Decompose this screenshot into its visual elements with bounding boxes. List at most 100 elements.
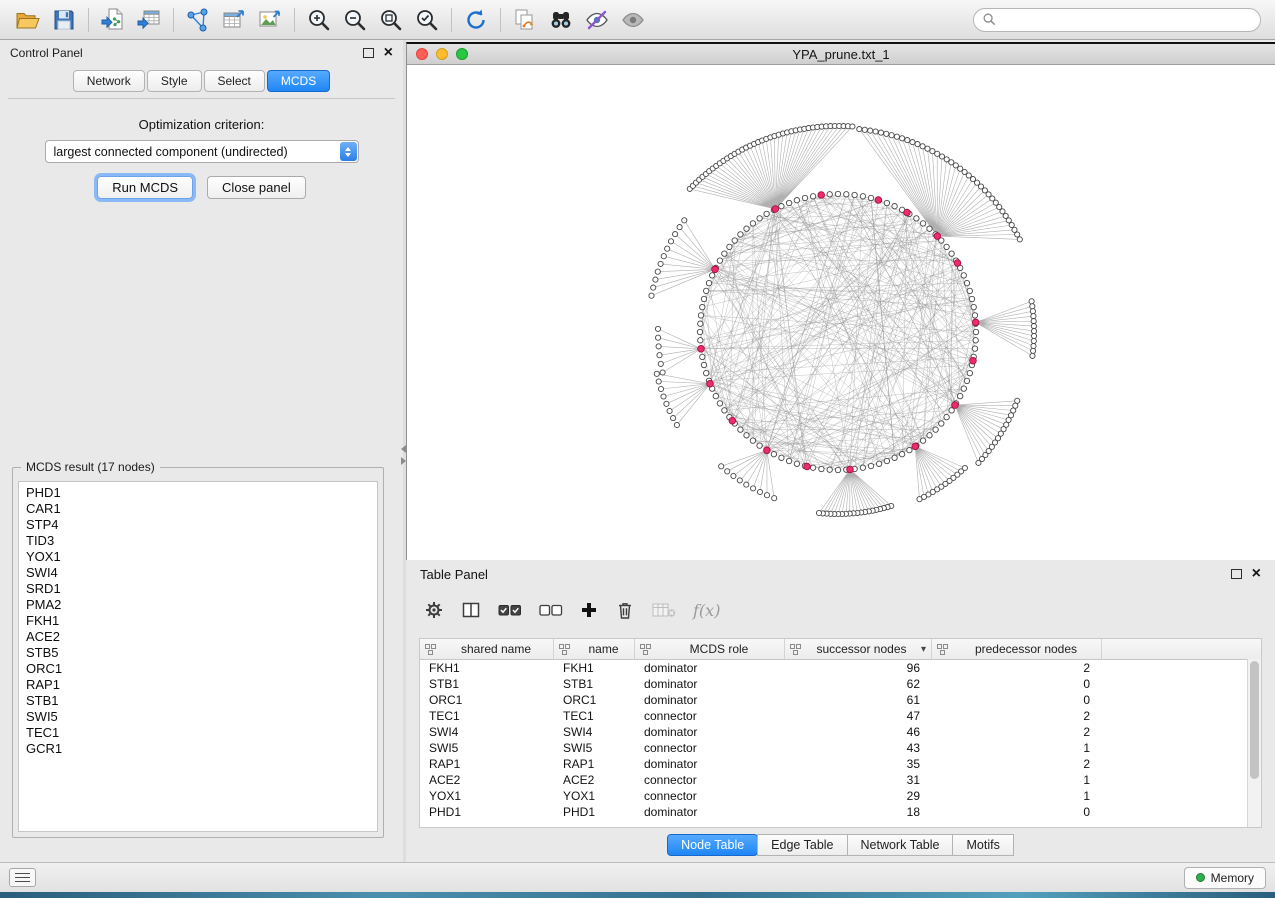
table-row[interactable]: SWI4SWI4dominator462 bbox=[420, 724, 1261, 740]
mcds-result-item[interactable]: PHD1 bbox=[26, 485, 377, 501]
status-bar: Memory bbox=[0, 862, 1275, 892]
table-scrollbar-thumb[interactable] bbox=[1250, 661, 1259, 779]
deselect-all-icon[interactable] bbox=[539, 602, 563, 618]
optimization-criterion-label: Optimization criterion: bbox=[0, 117, 403, 132]
tab-network[interactable]: Network bbox=[73, 70, 145, 92]
column-header-successor-nodes[interactable]: successor nodes▾ bbox=[785, 639, 932, 659]
mcds-result-item[interactable]: STB1 bbox=[26, 693, 377, 709]
mcds-result-item[interactable]: ACE2 bbox=[26, 629, 377, 645]
tab-node-table[interactable]: Node Table bbox=[667, 834, 758, 856]
show-columns-icon[interactable] bbox=[461, 600, 481, 620]
tab-network-table[interactable]: Network Table bbox=[847, 834, 954, 856]
tab-edge-table[interactable]: Edge Table bbox=[757, 834, 847, 856]
mcds-result-item[interactable]: GCR1 bbox=[26, 741, 377, 757]
memory-button[interactable]: Memory bbox=[1184, 867, 1266, 889]
panel-splitter[interactable] bbox=[403, 40, 406, 862]
binoculars-icon[interactable] bbox=[543, 5, 579, 35]
column-header-predecessor-nodes[interactable]: predecessor nodes bbox=[932, 639, 1102, 659]
mcds-result-item[interactable]: YOX1 bbox=[26, 549, 377, 565]
mcds-result-list[interactable]: PHD1CAR1STP4TID3YOX1SWI4SRD1PMA2FKH1ACE2… bbox=[18, 481, 378, 832]
tab-mcds[interactable]: MCDS bbox=[267, 70, 330, 92]
mcds-result-item[interactable]: CAR1 bbox=[26, 501, 377, 517]
new-table-icon[interactable] bbox=[216, 5, 252, 35]
close-panel-icon[interactable]: × bbox=[384, 45, 393, 61]
mcds-result-item[interactable]: TID3 bbox=[26, 533, 377, 549]
mcds-result-item[interactable]: STB5 bbox=[26, 645, 377, 661]
select-all-icon[interactable] bbox=[498, 602, 522, 618]
splitter-collapse-icons[interactable] bbox=[401, 445, 406, 465]
mcds-result-item[interactable]: RAP1 bbox=[26, 677, 377, 693]
tab-divider bbox=[8, 98, 395, 99]
tab-select[interactable]: Select bbox=[204, 70, 265, 92]
import-network-file-icon[interactable] bbox=[95, 5, 131, 35]
zoom-in-icon[interactable] bbox=[301, 5, 337, 35]
table-row[interactable]: TEC1TEC1connector472 bbox=[420, 708, 1261, 724]
right-column: YPA_prune.txt_1 Table Panel bbox=[406, 40, 1275, 862]
criterion-dropdown[interactable]: largest connected component (undirected) bbox=[45, 140, 359, 163]
column-header-MCDS-role[interactable]: MCDS role bbox=[635, 639, 785, 659]
mcds-result-item[interactable]: FKH1 bbox=[26, 613, 377, 629]
add-row-plus-icon[interactable] bbox=[580, 601, 598, 619]
control-panel-tabs: NetworkStyleSelectMCDS bbox=[0, 66, 403, 92]
import-table-file-icon[interactable] bbox=[131, 5, 167, 35]
function-builder-icon[interactable]: f(x) bbox=[693, 601, 720, 620]
table-options-gear-icon[interactable] bbox=[424, 600, 444, 620]
main-area: Control Panel × NetworkStyleSelectMCDS O… bbox=[0, 40, 1275, 862]
export-image-icon[interactable] bbox=[252, 5, 288, 35]
table-row[interactable]: RAP1RAP1dominator352 bbox=[420, 756, 1261, 772]
save-icon[interactable] bbox=[46, 5, 82, 35]
refresh-icon[interactable] bbox=[458, 5, 494, 35]
mcds-result-item[interactable]: PMA2 bbox=[26, 597, 377, 613]
table-row[interactable]: YOX1YOX1connector291 bbox=[420, 788, 1261, 804]
desktop-wallpaper-strip bbox=[0, 892, 1275, 898]
table-row[interactable]: ORC1ORC1dominator610 bbox=[420, 692, 1261, 708]
table-panel-header: Table Panel × bbox=[406, 560, 1275, 588]
column-header-name[interactable]: name bbox=[554, 639, 635, 659]
network-graph[interactable] bbox=[407, 65, 1273, 560]
delete-row-trash-icon[interactable] bbox=[615, 600, 635, 620]
maximize-window-icon[interactable] bbox=[456, 48, 468, 60]
dropdown-stepper-icon bbox=[340, 142, 357, 161]
toolbar-separator bbox=[294, 8, 295, 32]
status-menu-icon[interactable] bbox=[9, 868, 36, 887]
tab-style[interactable]: Style bbox=[147, 70, 202, 92]
float-panel-icon[interactable] bbox=[363, 48, 374, 58]
table-tabs: Node TableEdge TableNetwork TableMotifs bbox=[406, 834, 1275, 856]
run-mcds-button[interactable]: Run MCDS bbox=[97, 176, 193, 199]
minimize-window-icon[interactable] bbox=[436, 48, 448, 60]
clear-table-icon[interactable] bbox=[652, 602, 676, 618]
mcds-result-item[interactable]: ORC1 bbox=[26, 661, 377, 677]
open-folder-icon[interactable] bbox=[10, 5, 46, 35]
sort-caret-icon[interactable]: ▾ bbox=[921, 644, 926, 655]
network-window-titlebar[interactable]: YPA_prune.txt_1 bbox=[407, 44, 1275, 65]
table-row[interactable]: ACE2ACE2connector311 bbox=[420, 772, 1261, 788]
table-row[interactable]: STB1STB1dominator620 bbox=[420, 676, 1261, 692]
zoom-fit-icon[interactable] bbox=[373, 5, 409, 35]
mcds-result-item[interactable]: SWI5 bbox=[26, 709, 377, 725]
search-box[interactable] bbox=[973, 8, 1261, 32]
mcds-result-item[interactable]: STP4 bbox=[26, 517, 377, 533]
search-input[interactable] bbox=[1002, 12, 1252, 28]
close-window-icon[interactable] bbox=[416, 48, 428, 60]
table-row[interactable]: PHD1PHD1dominator180 bbox=[420, 804, 1261, 820]
show-hidden-eye-icon[interactable] bbox=[615, 5, 651, 35]
zoom-out-icon[interactable] bbox=[337, 5, 373, 35]
new-network-icon[interactable] bbox=[180, 5, 216, 35]
mcds-result-item[interactable]: SRD1 bbox=[26, 581, 377, 597]
table-row[interactable]: SWI5SWI5connector431 bbox=[420, 740, 1261, 756]
table-scrollbar[interactable] bbox=[1247, 659, 1261, 827]
network-canvas[interactable] bbox=[407, 65, 1275, 560]
float-table-panel-icon[interactable] bbox=[1231, 569, 1242, 579]
copy-network-icon[interactable] bbox=[507, 5, 543, 35]
tab-motifs[interactable]: Motifs bbox=[952, 834, 1013, 856]
column-header-shared-name[interactable]: shared name bbox=[420, 639, 554, 659]
node-table-header: shared namenameMCDS rolesuccessor nodes▾… bbox=[420, 639, 1261, 660]
close-table-panel-icon[interactable]: × bbox=[1252, 566, 1261, 582]
zoom-selected-icon[interactable] bbox=[409, 5, 445, 35]
table-row[interactable]: FKH1FKH1dominator962 bbox=[420, 660, 1261, 676]
hide-selected-eye-icon[interactable] bbox=[579, 5, 615, 35]
main-toolbar bbox=[0, 0, 1275, 40]
mcds-result-item[interactable]: TEC1 bbox=[26, 725, 377, 741]
mcds-result-item[interactable]: SWI4 bbox=[26, 565, 377, 581]
close-panel-button[interactable]: Close panel bbox=[207, 176, 306, 199]
